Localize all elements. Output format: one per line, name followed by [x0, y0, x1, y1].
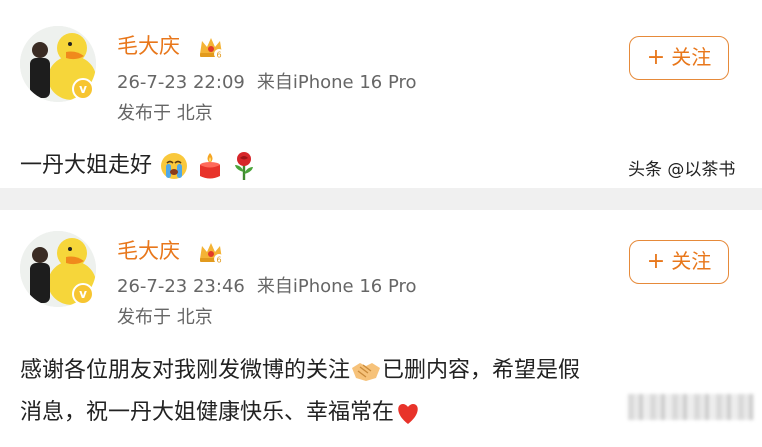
- verified-badge-icon: v: [72, 78, 94, 100]
- post-text: 一丹大姐走好: [20, 145, 257, 187]
- post-timestamp[interactable]: 26-7-23 22:09: [117, 72, 245, 93]
- verified-badge-icon: v: [72, 283, 94, 305]
- rose-icon: [235, 152, 254, 180]
- post-location: 发布于 北京: [117, 103, 213, 124]
- follow-label: 关注: [671, 249, 712, 273]
- candle-icon: [200, 153, 221, 179]
- post-text-segment: 感谢各位朋友对我刚发微博的关注: [20, 358, 351, 383]
- post-text-content: 一丹大姐走好: [20, 153, 153, 178]
- watermark: 头条 @以茶书: [628, 160, 736, 180]
- post-text-segment: 消息，祝一丹大姐健康快乐、幸福常在: [20, 400, 395, 425]
- crown-icon: 6: [200, 243, 224, 265]
- post-source: 来自iPhone 16 Pro: [256, 72, 417, 93]
- crying-face-icon: [161, 153, 188, 179]
- follow-label: 关注: [671, 45, 712, 69]
- post-source: 来自iPhone 16 Pro: [256, 276, 417, 297]
- follow-button[interactable]: + 关注: [629, 36, 729, 80]
- post-meta: 26-7-23 23:46 来自iPhone 16 Pro: [117, 276, 417, 298]
- red-heart-icon: [398, 404, 418, 424]
- post-text-segment: 已删内容，希望是假: [382, 358, 581, 383]
- post-meta: 26-7-23 22:09 来自iPhone 16 Pro: [117, 72, 417, 94]
- svg-text:6: 6: [216, 256, 221, 265]
- follow-button[interactable]: + 关注: [629, 240, 729, 284]
- blurred-region: [628, 394, 754, 420]
- crown-icon: 6: [200, 38, 224, 60]
- plus-icon: +: [646, 249, 666, 274]
- username[interactable]: 毛大庆: [117, 33, 180, 59]
- handshake-icon: [352, 363, 381, 381]
- post-timestamp[interactable]: 26-7-23 23:46: [117, 276, 245, 297]
- post-location: 发布于 北京: [117, 307, 213, 328]
- username[interactable]: 毛大庆: [117, 238, 180, 264]
- svg-text:6: 6: [216, 51, 221, 60]
- plus-icon: +: [646, 45, 666, 70]
- post-text: 感谢各位朋友对我刚发微博的关注 已删内容，希望是假 消息，祝一丹大姐健康快乐、幸…: [20, 350, 580, 434]
